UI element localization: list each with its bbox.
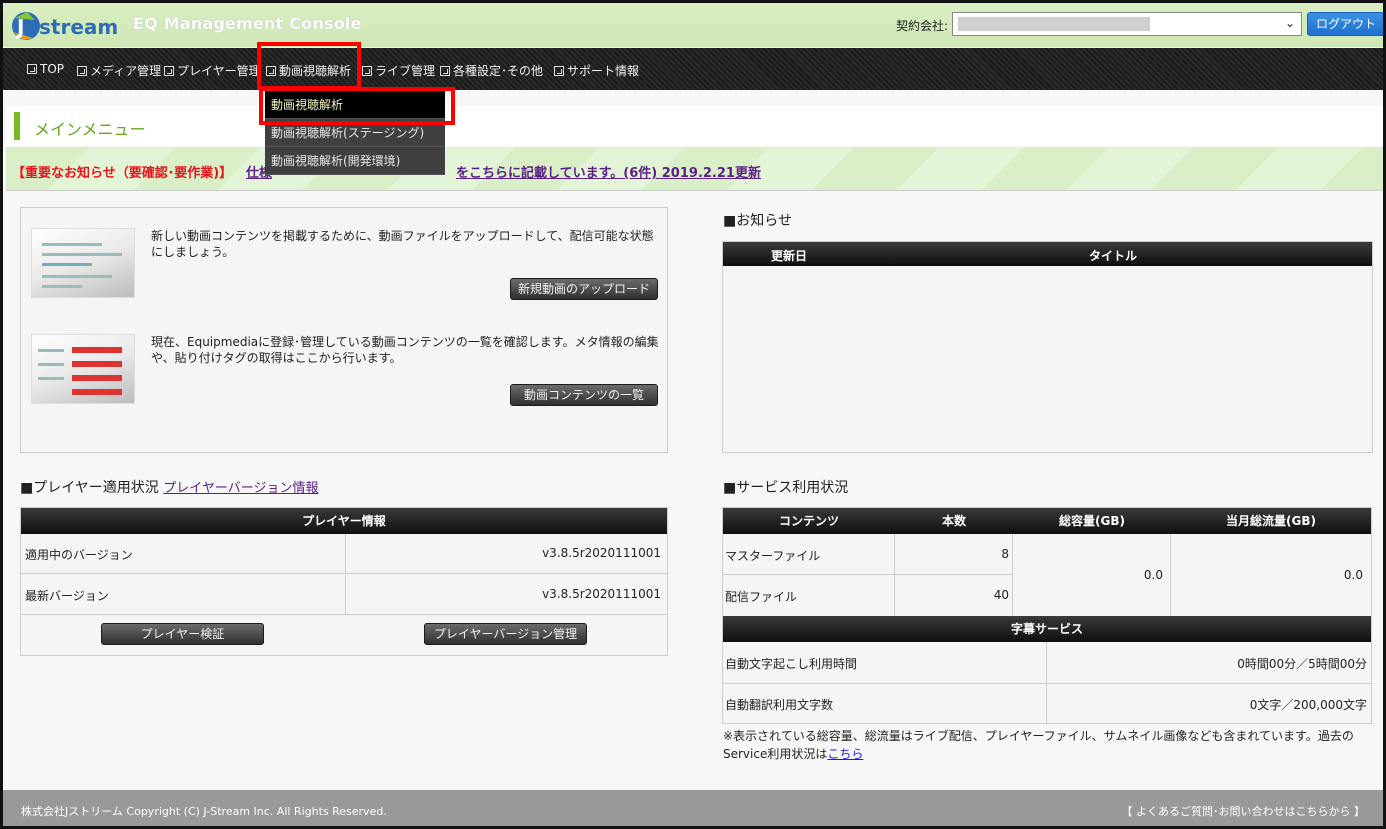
header: J stream EQ Management Console 契約会社: ⌄ ロ… (3, 3, 1383, 47)
dropdown-highlight-box (259, 87, 455, 125)
player-info-panel: プレイヤー情報 適用中のバージョン v3.8.5r2020111001 最新バー… (20, 507, 668, 656)
jstream-logo[interactable]: J stream (9, 8, 119, 42)
service-col-traffic: 当月総流量(GB) (1171, 508, 1371, 534)
news-panel: 更新日 タイトル (722, 241, 1373, 453)
svg-text:stream: stream (39, 15, 118, 39)
service-note: ※表示されている総容量、総流量はライブ配信、プレイヤーファイル、サムネイル画像な… (723, 729, 1354, 761)
news-title: ■お知らせ (723, 213, 792, 229)
faq-link[interactable]: 【 よくあるご質問･お問い合わせはこちらから 】 (1122, 803, 1366, 819)
service-col-content: コンテンツ (723, 508, 895, 534)
subtitle-translation-key: 自動翻訳利用文字数 (725, 698, 834, 712)
nav-item-settings[interactable]: 各種設定･その他 (440, 62, 543, 79)
subtitle-service-header: 字幕サービス (723, 616, 1371, 642)
subtitle-translation-value: 0文字／200,000文字 (1249, 698, 1367, 712)
app-window: J stream EQ Management Console 契約会社: ⌄ ロ… (0, 0, 1386, 829)
player-verify-button[interactable]: プレイヤー検証 (101, 623, 264, 645)
contract-label: 契約会社: (896, 19, 949, 33)
logout-button[interactable]: ログアウト (1307, 12, 1383, 36)
upload-description: 新しい動画コンテンツを掲載するために、動画ファイルをアップロードして、配信可能な… (151, 229, 654, 259)
content-list-button[interactable]: 動画コンテンツの一覧 (510, 384, 658, 406)
table-row: 最新バージョン v3.8.5r2020111001 (21, 575, 667, 615)
service-col-capacity: 総容量(GB) (1013, 508, 1171, 534)
upload-new-video-button[interactable]: 新規動画のアップロード (510, 278, 658, 300)
checkbox-icon (164, 66, 174, 76)
service-total-capacity: 0.0 (1143, 568, 1163, 582)
main-nav: TOP メディア管理 プレイヤー管理 動画視聴解析 ライブ管理 各種設定･その他… (3, 48, 1383, 90)
service-history-link[interactable]: こちら (827, 747, 863, 761)
main-menu-bar: メインメニュー (6, 106, 1383, 146)
dropdown-item-analytics-dev[interactable]: 動画視聴解析(開発環境) (265, 147, 445, 175)
checkbox-icon (440, 66, 450, 76)
player-table-header: プレイヤー情報 (21, 508, 667, 534)
news-col-date: 更新日 (771, 249, 808, 263)
service-row-master-count: 8 (1001, 547, 1009, 561)
subtitle-transcription-key: 自動文字起こし利用時間 (725, 657, 858, 671)
service-row-delivery-count: 40 (993, 588, 1009, 602)
copyright: 株式会社Jストリーム Copyright (C) J-Stream Inc. A… (21, 805, 387, 818)
important-label: 【重要なお知らせ（要確認･要作業)】 (12, 166, 233, 181)
notice-link[interactable]: をこちらに記載しています。(6件) 2019.2.21更新 (456, 162, 761, 181)
player-version-manage-button[interactable]: プレイヤーバージョン管理 (424, 623, 587, 645)
checkbox-icon (27, 64, 37, 74)
content-list-description: 現在、Equipmediaに登録･管理している動画コンテンツの一覧を確認します。… (151, 335, 659, 365)
service-section-title: ■サービス利用状況 (723, 480, 849, 496)
news-col-title: タイトル (1089, 249, 1138, 263)
page-title: メインメニュー (34, 120, 146, 139)
masked-contract-value (958, 17, 1150, 31)
nav-item-player[interactable]: プレイヤー管理 (164, 62, 261, 79)
subtitle-transcription-value: 0時間00分／5時間00分 (1237, 657, 1367, 671)
media-actions-panel: 新しい動画コンテンツを掲載するために、動画ファイルをアップロードして、配信可能な… (20, 207, 668, 453)
checkbox-icon (554, 66, 564, 76)
checkbox-icon (362, 66, 372, 76)
footer: 株式会社Jストリーム Copyright (C) J-Stream Inc. A… (3, 790, 1383, 826)
service-col-count: 本数 (895, 508, 1013, 534)
section-accent-bar (14, 112, 20, 140)
nav-item-live[interactable]: ライブ管理 (362, 62, 435, 79)
player-version-link[interactable]: プレイヤーバージョン情報 (163, 481, 318, 496)
nav-item-top[interactable]: TOP (27, 62, 64, 76)
nav-item-media[interactable]: メディア管理 (77, 62, 161, 79)
table-row: 適用中のバージョン v3.8.5r2020111001 (21, 534, 667, 574)
service-row-delivery-name: 配信ファイル (725, 590, 798, 604)
nav-item-support[interactable]: サポート情報 (554, 62, 639, 79)
player-section-title: ■プレイヤー適用状況 プレイヤーバージョン情報 (20, 480, 319, 496)
service-row-master-name: マスターファイル (725, 549, 821, 563)
contract-select[interactable]: ⌄ (952, 12, 1302, 36)
checkbox-icon (77, 66, 87, 76)
nav-highlight-box (257, 42, 361, 90)
console-title: EQ Management Console (133, 14, 362, 33)
service-monthly-traffic: 0.0 (1343, 568, 1363, 582)
svg-text:J: J (15, 15, 24, 39)
content-list-thumbnail (31, 334, 135, 404)
service-usage-table: コンテンツ 本数 総容量(GB) 当月総流量(GB) マスターファイル 8 配信… (722, 507, 1372, 724)
important-notice-bar: 【重要なお知らせ（要確認･要作業)】 仕様 をこちらに記載しています。(6件) … (6, 147, 1383, 191)
chevron-down-icon: ⌄ (1284, 16, 1295, 30)
news-table-header: 更新日 タイトル (723, 242, 1372, 266)
upload-thumbnail (31, 228, 135, 298)
